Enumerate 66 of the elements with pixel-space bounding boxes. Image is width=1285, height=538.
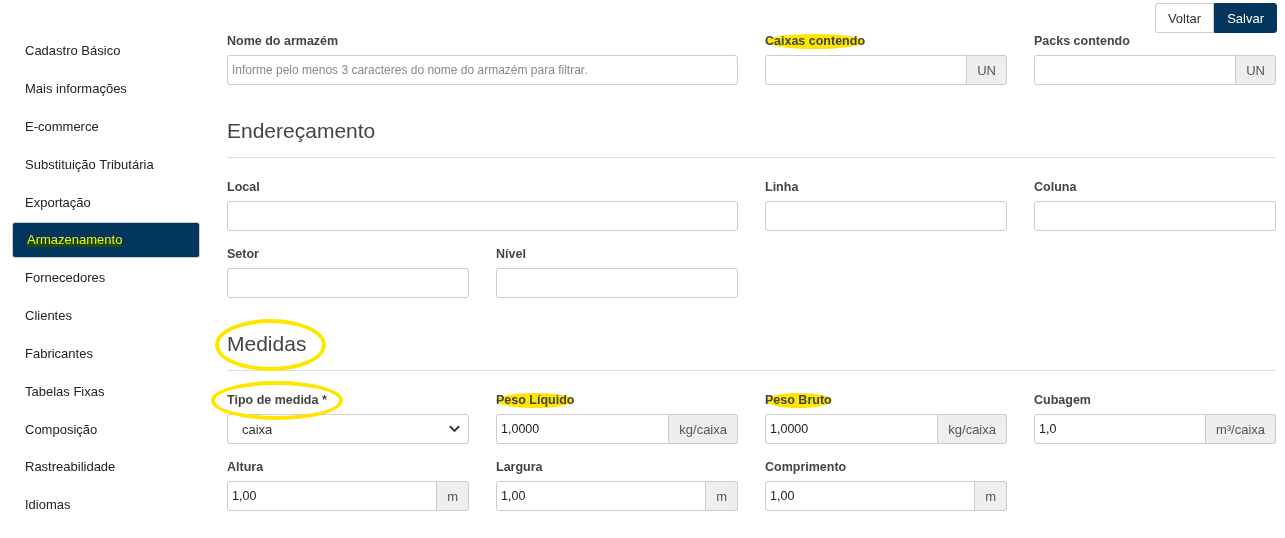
sidebar-item-label: Cadastro Básico	[25, 43, 121, 59]
save-button[interactable]: Salvar	[1214, 3, 1277, 33]
sidebar-item-label: Mais informações	[25, 81, 127, 97]
input-field[interactable]	[227, 268, 469, 298]
input-field[interactable]: 1,0000	[496, 414, 670, 444]
field-label: Tipo de medida *	[211, 381, 343, 420]
sidebar-item-label: Tabelas Fixas	[25, 383, 105, 399]
sidebar-item-label: Fabricantes	[25, 345, 93, 361]
sidebar-item-label: Idiomas	[25, 497, 71, 513]
sidebar-item-label: E-commerce	[25, 119, 99, 134]
field-label: Comprimento	[764, 459, 848, 476]
unit-addon: m	[975, 481, 1007, 511]
field-label: Nome do armazém	[226, 33, 340, 50]
unit-addon: m	[706, 481, 738, 511]
sidebar-item[interactable]: Fornecedores	[12, 259, 200, 297]
sidebar-item-label: Clientes	[25, 308, 72, 324]
field-label: Packs contendo	[1033, 33, 1131, 50]
sidebar-item[interactable]: Substituição Tributária	[12, 145, 200, 184]
sidebar-item[interactable]: Cadastro Básico	[12, 32, 200, 70]
sidebar-item[interactable]: Mais informações	[12, 69, 200, 108]
back-button[interactable]: Voltar	[1154, 3, 1215, 33]
select-field[interactable]: caixa	[227, 414, 469, 444]
sidebar-item-label: Exportação	[25, 194, 91, 210]
sidebar-item-label: Rastreabilidade	[25, 459, 116, 475]
field-label: Coluna	[1033, 179, 1078, 196]
input-field[interactable]	[765, 201, 1007, 231]
field-label: Linha	[764, 179, 800, 196]
field-label: Altura	[226, 459, 265, 476]
sidebar-item[interactable]: Exportação	[12, 183, 200, 221]
sidebar-item[interactable]: E-commerce	[12, 107, 200, 146]
input-field[interactable]	[227, 201, 738, 231]
sidebar-item[interactable]: Composição	[12, 410, 200, 448]
field-label: Setor	[226, 246, 260, 263]
section-title: Endereçamento	[227, 118, 376, 144]
sidebar-item-label: Armazenamento	[27, 232, 123, 248]
sidebar-item[interactable]: Clientes	[12, 296, 200, 335]
input-field[interactable]	[496, 268, 738, 298]
input-field[interactable]	[1034, 201, 1276, 231]
field-label: Nível	[495, 246, 527, 263]
input-field[interactable]	[765, 55, 968, 85]
sidebar-item[interactable]: Tabelas Fixas	[12, 372, 200, 411]
sidebar-item-label: Composição	[25, 421, 98, 437]
unit-addon: kg/caixa	[938, 414, 1007, 444]
field-label: Local	[226, 179, 261, 196]
field-label: Largura	[495, 459, 544, 476]
unit-addon: UN	[1236, 55, 1276, 85]
sidebar-item-label: Fornecedores	[25, 270, 106, 286]
input-field[interactable]	[1034, 55, 1237, 85]
input-field[interactable]: Informe pelo menos 3 caracteres do nome do armazém para filtrar.	[227, 55, 738, 85]
field-label: Cubagem	[1033, 392, 1092, 409]
input-field[interactable]: 1,0	[1034, 414, 1206, 444]
unit-addon: kg/caixa	[669, 414, 738, 444]
input-field[interactable]: 1,00	[765, 481, 976, 511]
unit-addon: m	[437, 481, 469, 511]
sidebar-item[interactable]: Fabricantes	[12, 334, 200, 373]
input-field[interactable]: 1,00	[496, 481, 707, 511]
sidebar-item[interactable]: Idiomas	[12, 485, 200, 524]
unit-addon: UN	[967, 55, 1007, 85]
chevron-down-icon	[449, 425, 460, 433]
input-field[interactable]: 1,0000	[765, 414, 939, 444]
sidebar-item[interactable]: Rastreabilidade	[12, 447, 200, 486]
unit-addon: m³/caixa	[1205, 414, 1276, 444]
sidebar-item-label: Substituição Tributária	[25, 156, 154, 172]
sidebar-item[interactable]: Armazenamento	[12, 222, 200, 258]
input-field[interactable]: 1,00	[227, 481, 438, 511]
section-title: Medidas	[227, 331, 307, 357]
